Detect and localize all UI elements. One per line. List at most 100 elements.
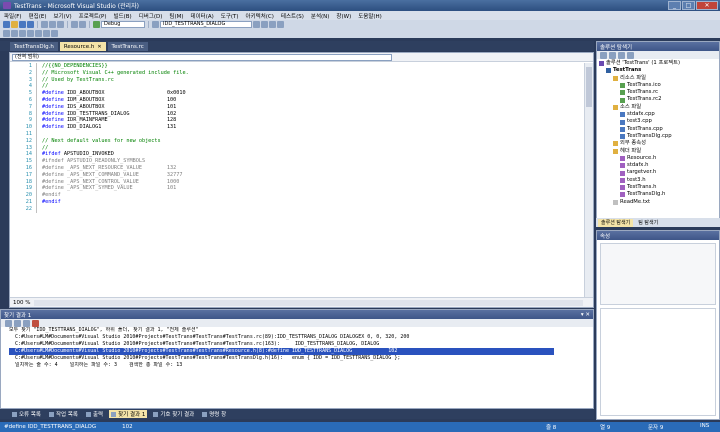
find-result-line[interactable]: C:#Users#LM#Documents#Visual Studio 2010… <box>9 341 593 348</box>
undo-icon[interactable] <box>71 21 78 28</box>
output-tab[interactable]: 출력 <box>84 410 105 418</box>
find-result-line[interactable]: C:#Users#LM#Documents#Visual Studio 2010… <box>9 334 593 341</box>
menu-item[interactable]: 도구(T) <box>221 12 239 20</box>
next-bookmark-icon[interactable] <box>51 30 58 37</box>
cut-icon[interactable] <box>41 21 48 28</box>
doc-tab[interactable]: Resource.h ✕ <box>59 42 106 51</box>
menu-item[interactable]: 파일(F) <box>4 12 22 20</box>
properties-grid[interactable] <box>600 308 716 416</box>
menu-item[interactable]: 데이터(A) <box>191 12 214 20</box>
code-area[interactable]: 1 //{{NO_DEPENDENCIES}} 2 // Microsoft Visu… <box>10 63 585 298</box>
horizontal-scrollbar[interactable] <box>34 299 583 306</box>
tree-item[interactable]: 리소스 파일 <box>599 75 717 82</box>
start-debugging-icon[interactable] <box>93 21 100 28</box>
paste-icon[interactable] <box>57 21 64 28</box>
configuration-select[interactable]: Debug <box>101 21 145 28</box>
refresh-icon[interactable] <box>618 51 625 59</box>
panel-controls[interactable]: ▾ ✕ <box>581 312 590 318</box>
menu-item[interactable]: 아키텍처(C) <box>246 12 274 20</box>
properties-icon[interactable] <box>269 21 276 28</box>
output-tab[interactable]: 오류 목록 <box>10 410 43 418</box>
output-tab[interactable]: 명령 창 <box>200 410 228 418</box>
find-result-line[interactable]: C:#Users#LM#Documents#Visual Studio 2010… <box>9 348 554 355</box>
code-text: IDD_ABOUTBOX 0x0010 <box>63 90 186 97</box>
clear-all-icon[interactable] <box>32 319 39 327</box>
prev-bookmark-icon[interactable] <box>43 30 50 37</box>
tree-item-solution[interactable]: 솔루션 'TestTrans' (1 프로젝트) <box>599 60 717 67</box>
tree-item[interactable]: TestTrans.rc2 <box>599 96 717 103</box>
new-project-icon[interactable] <box>3 21 10 28</box>
tree-item[interactable]: 외부 종속성 <box>599 140 717 147</box>
find-result-line[interactable]: 모두 찾기 "IDD_TESTTRANS_DIALOG", 하위 폴더, 찾기 … <box>9 327 593 334</box>
show-all-files-icon[interactable] <box>609 51 616 59</box>
find-in-files-icon[interactable] <box>253 21 260 28</box>
menu-item[interactable]: 팀(M) <box>169 12 183 20</box>
tree-item[interactable]: test3.cpp <box>599 118 717 125</box>
find-result-line[interactable]: C:#Users#LM#Documents#Visual Studio 2010… <box>9 355 593 362</box>
comment-icon[interactable] <box>3 30 10 37</box>
save-icon[interactable] <box>19 21 26 28</box>
scroll-thumb[interactable] <box>586 67 592 107</box>
zoom-level[interactable]: 100 % <box>13 300 30 306</box>
redo-icon[interactable] <box>79 21 86 28</box>
menu-item[interactable]: 창(W) <box>336 12 351 20</box>
tree-item[interactable]: targetver.h <box>599 169 717 176</box>
properties-icon[interactable] <box>600 51 607 59</box>
save-all-icon[interactable] <box>27 21 34 28</box>
menu-item[interactable]: 보기(V) <box>53 12 71 20</box>
find-combo[interactable]: IDD_TESTTRANS_DIALOG <box>160 21 252 28</box>
tree-item[interactable]: TestTransDlg.h <box>599 191 717 198</box>
next-result-icon[interactable] <box>23 319 30 327</box>
go-to-location-icon[interactable] <box>5 319 12 327</box>
tree-item[interactable]: TestTrans.h <box>599 184 717 191</box>
tree-item[interactable]: TestTrans.ico <box>599 82 717 89</box>
menu-item[interactable]: 분석(N) <box>311 12 330 20</box>
bookmark-icon[interactable] <box>35 30 42 37</box>
solution-explorer-icon[interactable] <box>261 21 268 28</box>
vertical-scrollbar[interactable] <box>584 63 593 298</box>
doc-tab[interactable]: TestTrans.rc <box>107 42 148 51</box>
menu-item[interactable]: 디버그(D) <box>139 12 163 20</box>
tree-item[interactable]: TestTrans <box>599 67 717 74</box>
tree-item[interactable]: stdafx.cpp <box>599 111 717 118</box>
close-tab-icon[interactable]: ✕ <box>97 44 101 50</box>
output-tab[interactable]: 작업 목록 <box>47 410 80 418</box>
find-result-line[interactable]: 일치하는 줄 수: 4 일치하는 파일 수: 3 검색한 총 파일 수: 13 <box>9 362 593 369</box>
indent-icon[interactable] <box>19 30 26 37</box>
explorer-tab[interactable]: 솔루션 탐색기 <box>598 218 634 227</box>
menu-item[interactable]: 빌드(B) <box>114 12 132 20</box>
explorer-tab[interactable]: 팀 탐색기 <box>635 219 661 227</box>
properties-object-list[interactable] <box>600 243 716 305</box>
tree-item[interactable]: stdafx.h <box>599 162 717 169</box>
toolbox-icon[interactable] <box>277 21 284 28</box>
prev-result-icon[interactable] <box>14 319 21 327</box>
line-number: 15 <box>25 158 32 165</box>
tree-item[interactable]: TestTrans.rc <box>599 89 717 96</box>
menu-item[interactable]: 도움말(H) <box>358 12 382 20</box>
view-class-diagram-icon[interactable] <box>627 51 634 59</box>
outdent-icon[interactable] <box>27 30 34 37</box>
menu-item[interactable]: 테스트(S) <box>281 12 304 20</box>
code-editor[interactable]: (전역 범위) 1 //{{NO_DEPENDENCIES}} 2 // Micros… <box>9 52 594 308</box>
minimize-button[interactable]: _ <box>668 1 681 10</box>
tree-item[interactable]: 헤더 파일 <box>599 148 717 155</box>
menu-item[interactable]: 프로젝트(P) <box>79 12 107 20</box>
tree-item[interactable]: test3.h <box>599 177 717 184</box>
tree-item[interactable]: TestTrans.cpp <box>599 126 717 133</box>
doc-tab[interactable]: TestTransDlg.h <box>10 42 58 51</box>
output-tab[interactable]: 기호 찾기 결과 <box>151 410 196 418</box>
copy-icon[interactable] <box>49 21 56 28</box>
tree-item[interactable]: Resource.h <box>599 155 717 162</box>
menu-item[interactable]: 편집(E) <box>29 12 47 20</box>
close-button[interactable]: ✕ <box>696 1 718 10</box>
file-icon <box>620 134 625 140</box>
find-icon[interactable] <box>152 21 159 28</box>
scope-dropdown[interactable]: (전역 범위) <box>12 53 392 61</box>
output-tab[interactable]: 찾기 결과 1 <box>109 410 148 418</box>
tree-item[interactable]: 소스 파일 <box>599 104 717 111</box>
tree-item[interactable]: TestTransDlg.cpp <box>599 133 717 140</box>
uncomment-icon[interactable] <box>11 30 18 37</box>
open-file-icon[interactable] <box>11 21 18 28</box>
maximize-button[interactable]: □ <box>682 1 695 10</box>
tree-item[interactable]: ReadMe.txt <box>599 199 717 206</box>
